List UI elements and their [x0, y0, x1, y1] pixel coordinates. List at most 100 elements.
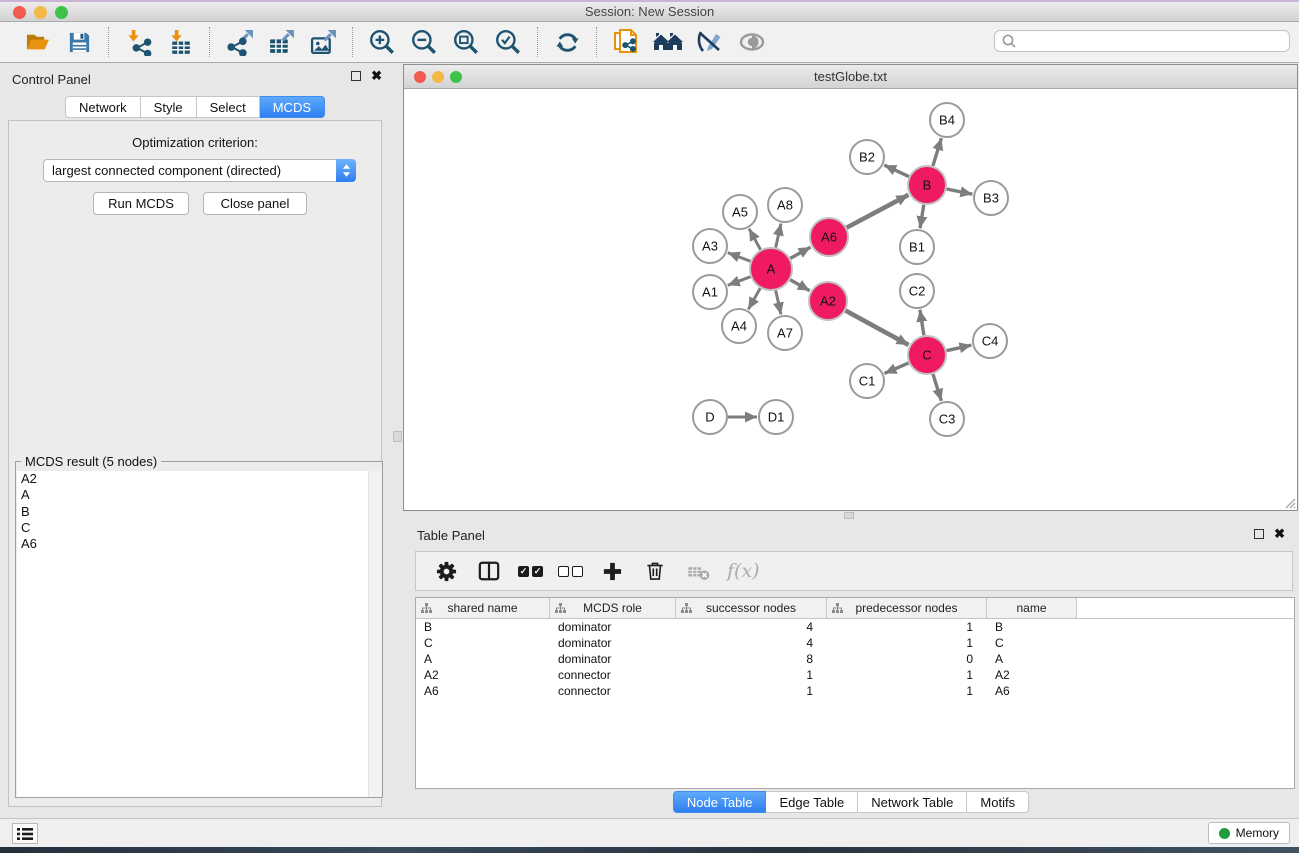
import-table-button[interactable] [163, 26, 197, 58]
column-header-successor-nodes[interactable]: successor nodes [676, 598, 827, 618]
edge-C-C2[interactable] [920, 310, 924, 335]
zoom-fit-button[interactable] [449, 26, 483, 58]
import-network-button[interactable] [121, 26, 155, 58]
refresh-button[interactable] [550, 26, 584, 58]
tab-edge-table[interactable]: Edge Table [766, 791, 858, 813]
node-A[interactable]: A [750, 248, 792, 290]
split-view-button[interactable] [475, 555, 503, 587]
edge-A-A5[interactable] [749, 229, 760, 250]
edge-A2-C[interactable] [846, 311, 909, 345]
edge-B-B2[interactable] [884, 165, 909, 177]
edge-A-A4[interactable] [748, 288, 760, 309]
deselect-all-button[interactable] [558, 566, 583, 577]
criterion-select[interactable]: largest connected component (directed) [43, 159, 356, 182]
edge-A-A2[interactable] [790, 280, 810, 291]
save-session-button[interactable] [62, 26, 96, 58]
edge-C-C3[interactable] [933, 374, 941, 401]
node-A7[interactable]: A7 [768, 316, 802, 350]
node-A8[interactable]: A8 [768, 188, 802, 222]
vertical-split-handle[interactable] [393, 431, 402, 442]
float-panel-icon[interactable] [351, 71, 361, 81]
clone-network-button[interactable] [609, 26, 643, 58]
node-C1[interactable]: C1 [850, 364, 884, 398]
close-table-panel-icon[interactable]: ✖ [1274, 529, 1285, 539]
edge-C-C1[interactable] [884, 363, 908, 373]
close-panel-button[interactable]: Close panel [203, 192, 307, 215]
node-D[interactable]: D [693, 400, 727, 434]
delete-column-button[interactable] [641, 555, 669, 587]
edge-A-A7[interactable] [776, 290, 781, 314]
close-window-button[interactable] [13, 6, 26, 19]
edge-B-B3[interactable] [947, 189, 973, 194]
close-view-button[interactable] [414, 71, 426, 83]
node-C2[interactable]: C2 [900, 274, 934, 308]
export-image-button[interactable] [306, 26, 340, 58]
open-session-button[interactable] [20, 26, 54, 58]
run-mcds-button[interactable]: Run MCDS [93, 192, 189, 215]
table-row[interactable]: A6connector11A6 [416, 683, 1294, 699]
maximize-view-button[interactable] [450, 71, 462, 83]
close-panel-icon[interactable]: ✖ [371, 71, 382, 81]
tab-motifs[interactable]: Motifs [967, 791, 1029, 813]
add-column-button[interactable] [598, 555, 626, 587]
zoom-in-button[interactable] [365, 26, 399, 58]
export-network-button[interactable] [222, 26, 256, 58]
result-item[interactable]: B [17, 504, 369, 520]
node-D1[interactable]: D1 [759, 400, 793, 434]
result-item[interactable]: A2 [17, 471, 369, 487]
table-row[interactable]: A2connector11A2 [416, 667, 1294, 683]
node-C3[interactable]: C3 [930, 402, 964, 436]
node-A1[interactable]: A1 [693, 275, 727, 309]
tab-mcds[interactable]: MCDS [260, 96, 325, 118]
zoom-out-button[interactable] [407, 26, 441, 58]
search-input[interactable] [1017, 34, 1289, 48]
resize-grip-icon[interactable] [1282, 495, 1296, 509]
home-button[interactable] [651, 26, 685, 58]
mcds-result-list[interactable]: A2ABCA6 [17, 471, 369, 797]
result-item[interactable]: A6 [17, 536, 369, 552]
node-B4[interactable]: B4 [930, 103, 964, 137]
result-item[interactable]: A [17, 487, 369, 503]
edge-A-A6[interactable] [790, 247, 810, 258]
export-table-button[interactable] [264, 26, 298, 58]
edge-A-A8[interactable] [776, 224, 781, 248]
tab-network[interactable]: Network [65, 96, 141, 118]
node-C[interactable]: C [908, 336, 946, 374]
maximize-window-button[interactable] [55, 6, 68, 19]
float-table-panel-icon[interactable] [1254, 529, 1264, 539]
minimize-window-button[interactable] [34, 6, 47, 19]
column-header-MCDS-role[interactable]: MCDS role [550, 598, 676, 618]
minimize-view-button[interactable] [432, 71, 444, 83]
node-A6[interactable]: A6 [810, 218, 848, 256]
column-header-predecessor-nodes[interactable]: predecessor nodes [827, 598, 987, 618]
function-builder-button[interactable]: f(x) [727, 560, 760, 582]
node-B3[interactable]: B3 [974, 181, 1008, 215]
tab-network-table[interactable]: Network Table [858, 791, 967, 813]
edge-C-C4[interactable] [947, 345, 972, 351]
node-A3[interactable]: A3 [693, 229, 727, 263]
node-C4[interactable]: C4 [973, 324, 1007, 358]
node-A5[interactable]: A5 [723, 195, 757, 229]
hide-style-button[interactable] [693, 26, 727, 58]
memory-button[interactable]: Memory [1208, 822, 1290, 844]
destroy-table-button[interactable] [684, 555, 712, 587]
column-header-name[interactable]: name [987, 598, 1077, 618]
horizontal-split-handle[interactable] [844, 512, 854, 519]
table-settings-button[interactable] [432, 555, 460, 587]
zoom-selected-button[interactable] [491, 26, 525, 58]
table-row[interactable]: Cdominator41C [416, 635, 1294, 651]
result-scrollbar[interactable] [368, 471, 381, 797]
node-B2[interactable]: B2 [850, 140, 884, 174]
column-header-shared-name[interactable]: shared name [416, 598, 550, 618]
node-B1[interactable]: B1 [900, 230, 934, 264]
edge-A-A3[interactable] [728, 253, 751, 262]
edge-A6-B[interactable] [847, 195, 909, 228]
node-A2[interactable]: A2 [809, 282, 847, 320]
edge-A-A1[interactable] [728, 277, 751, 286]
table-row[interactable]: Bdominator41B [416, 619, 1294, 635]
tab-select[interactable]: Select [197, 96, 260, 118]
table-row[interactable]: Adominator80A [416, 651, 1294, 667]
node-B[interactable]: B [908, 166, 946, 204]
edge-B-B1[interactable] [920, 205, 924, 228]
edge-B-B4[interactable] [933, 138, 942, 166]
